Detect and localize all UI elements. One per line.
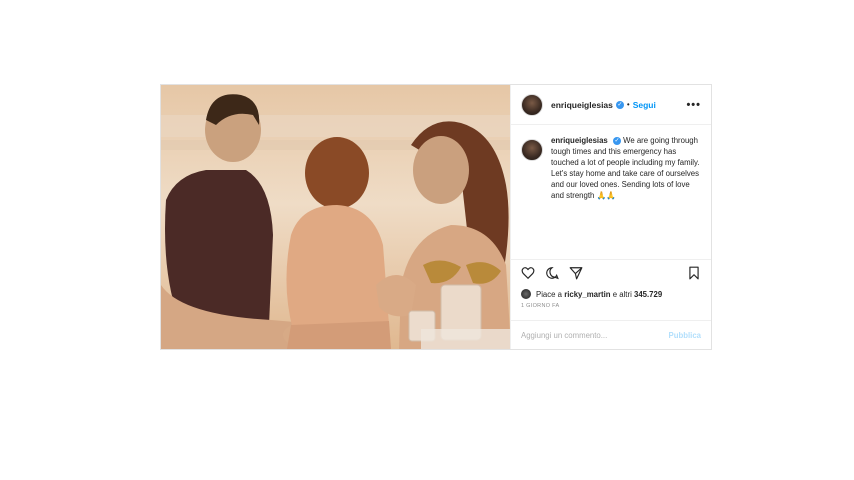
liker-username[interactable]: ricky_martin	[564, 290, 610, 299]
follow-button[interactable]: Segui	[633, 100, 656, 110]
verified-badge-icon: ✓	[615, 100, 624, 109]
header-separator: •	[626, 100, 630, 109]
comment-icon[interactable]	[545, 266, 559, 280]
comment-input[interactable]: Aggiungi un commento...	[521, 331, 607, 340]
caption-username[interactable]: enriqueiglesias	[551, 136, 608, 145]
likes-line: Piace a ricky_martin e altri 345.729	[511, 286, 711, 302]
likes-prefix: Piace a	[536, 289, 563, 299]
comment-bar: Aggiungi un commento... Pubblica	[511, 320, 711, 349]
caption-body: We are going through tough times and thi…	[551, 136, 700, 200]
caption-text-block: enriqueiglesias ✓ We are going through t…	[551, 135, 701, 259]
post-header: enriqueiglesias ✓ • Segui •••	[511, 85, 711, 125]
likes-mid: e altri	[612, 289, 632, 299]
author-username[interactable]: enriqueiglesias	[551, 100, 613, 110]
post-sidebar: enriqueiglesias ✓ • Segui ••• enriqueigl…	[510, 85, 711, 349]
heart-icon[interactable]	[521, 266, 535, 280]
post-timestamp[interactable]: 1 GIORNO FA	[511, 302, 711, 315]
author-avatar[interactable]	[521, 93, 543, 116]
caption-avatar[interactable]	[521, 139, 543, 161]
likes-count[interactable]: 345.729	[634, 290, 662, 299]
liker-avatar[interactable]	[521, 289, 531, 299]
caption-verified-badge-icon: ✓	[612, 136, 621, 145]
bookmark-icon[interactable]	[687, 266, 701, 280]
family-photo-illustration	[161, 85, 510, 349]
more-options-icon[interactable]: •••	[686, 99, 701, 111]
publish-button[interactable]: Pubblica	[669, 331, 702, 340]
instagram-post: enriqueiglesias ✓ • Segui ••• enriqueigl…	[160, 84, 712, 350]
share-icon[interactable]	[569, 266, 583, 280]
post-caption: enriqueiglesias ✓ We are going through t…	[511, 125, 711, 259]
post-photo[interactable]	[161, 85, 510, 349]
post-actions-bar	[511, 259, 711, 286]
